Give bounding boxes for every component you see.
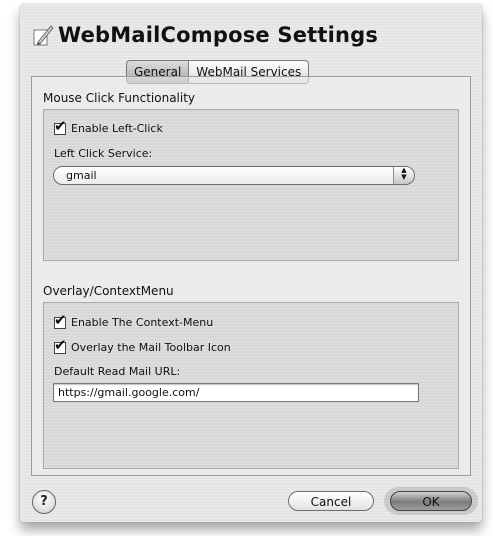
checkmark-icon: ✔ bbox=[54, 310, 67, 329]
left-click-service-value: gmail bbox=[66, 169, 97, 182]
enable-left-click-checkbox[interactable]: ✔ bbox=[54, 118, 67, 135]
settings-window: WebMailCompose Settings General WebMail … bbox=[20, 4, 482, 522]
read-url-field[interactable]: https://gmail.google.com/ bbox=[53, 383, 419, 402]
pencil-icon bbox=[32, 22, 54, 48]
help-button[interactable]: ? bbox=[32, 490, 56, 514]
overlay-group: ✔ Enable The Context-Menu ✔ Overlay the … bbox=[43, 302, 459, 469]
popup-arrows-icon: ▲ ▼ bbox=[393, 167, 414, 184]
mouse-section-title: Mouse Click Functionality bbox=[43, 91, 196, 105]
title-bar: WebMailCompose Settings bbox=[32, 20, 378, 50]
left-click-service-label: Left Click Service: bbox=[54, 147, 153, 160]
checkmark-icon: ✔ bbox=[54, 335, 67, 354]
overlay-section-title: Overlay/ContextMenu bbox=[43, 284, 174, 298]
enable-context-menu-row[interactable]: ✔ Enable The Context-Menu bbox=[54, 312, 214, 329]
read-url-label: Default Read Mail URL: bbox=[54, 365, 181, 378]
window-title: WebMailCompose Settings bbox=[58, 23, 379, 47]
cancel-button[interactable]: Cancel bbox=[288, 491, 374, 511]
enable-context-menu-label: Enable The Context-Menu bbox=[71, 316, 214, 329]
overlay-toolbar-checkbox[interactable]: ✔ bbox=[54, 337, 67, 354]
enable-left-click-label: Enable Left-Click bbox=[71, 122, 163, 135]
enable-context-menu-checkbox[interactable]: ✔ bbox=[54, 312, 67, 329]
left-click-service-popup[interactable]: gmail ▲ ▼ bbox=[53, 166, 415, 185]
overlay-toolbar-label: Overlay the Mail Toolbar Icon bbox=[71, 341, 231, 354]
enable-left-click-row[interactable]: ✔ Enable Left-Click bbox=[54, 118, 163, 135]
checkmark-icon: ✔ bbox=[54, 116, 67, 135]
general-pane: Mouse Click Functionality ✔ Enable Left-… bbox=[31, 76, 471, 476]
overlay-toolbar-row[interactable]: ✔ Overlay the Mail Toolbar Icon bbox=[54, 337, 231, 354]
ok-button[interactable]: OK bbox=[390, 491, 472, 511]
mouse-click-group: ✔ Enable Left-Click Left Click Service: … bbox=[43, 109, 459, 261]
